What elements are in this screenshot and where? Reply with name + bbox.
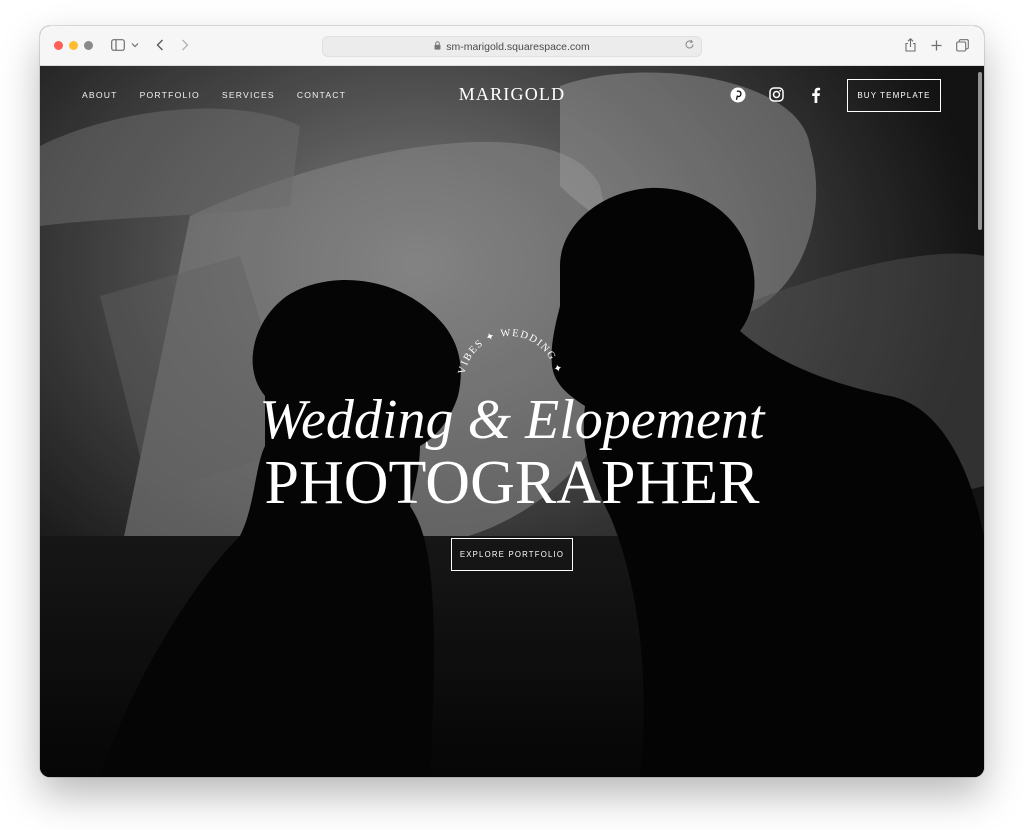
sidebar-icon[interactable] (110, 35, 126, 55)
address-bar[interactable]: sm-marigold.squarespace.com (322, 36, 702, 57)
close-window-button[interactable] (54, 41, 63, 50)
chevron-down-icon[interactable] (130, 35, 140, 55)
minimize-window-button[interactable] (69, 41, 78, 50)
arc-text: VIBES ✦ WEDDING ✦ (457, 328, 563, 376)
browser-window: sm-marigold.squarespace.com ABOUT PORTFO… (40, 26, 984, 777)
back-arrow-icon[interactable] (153, 35, 167, 55)
reload-icon[interactable] (684, 39, 695, 53)
explore-portfolio-button[interactable]: EXPLORE PORTFOLIO (451, 538, 573, 571)
tab-overview-icon[interactable] (954, 35, 970, 55)
new-tab-icon[interactable] (928, 35, 944, 55)
forward-arrow-icon[interactable] (178, 35, 192, 55)
instagram-icon[interactable] (769, 87, 784, 107)
hero-headline: Wedding & Elopement (259, 389, 765, 451)
lock-icon (434, 40, 441, 53)
zoom-window-button[interactable] (84, 41, 93, 50)
page-viewport: ABOUT PORTFOLIO SERVICES CONTACT MARIGOL… (40, 66, 984, 777)
facebook-icon[interactable] (811, 87, 821, 108)
browser-toolbar: sm-marigold.squarespace.com (40, 26, 984, 66)
hero-subheadline: PHOTOGRAPHER (264, 449, 760, 517)
arc-text-badge: VIBES ✦ WEDDING ✦ (457, 328, 565, 376)
svg-text:VIBES ✦ WEDDING ✦: VIBES ✦ WEDDING ✦ (457, 328, 565, 376)
share-icon[interactable] (902, 35, 918, 55)
site-logo[interactable]: MARIGOLD (40, 84, 984, 105)
pinterest-icon[interactable] (730, 87, 746, 108)
url-text: sm-marigold.squarespace.com (446, 40, 590, 53)
buy-template-button[interactable]: BUY TEMPLATE (847, 79, 941, 112)
